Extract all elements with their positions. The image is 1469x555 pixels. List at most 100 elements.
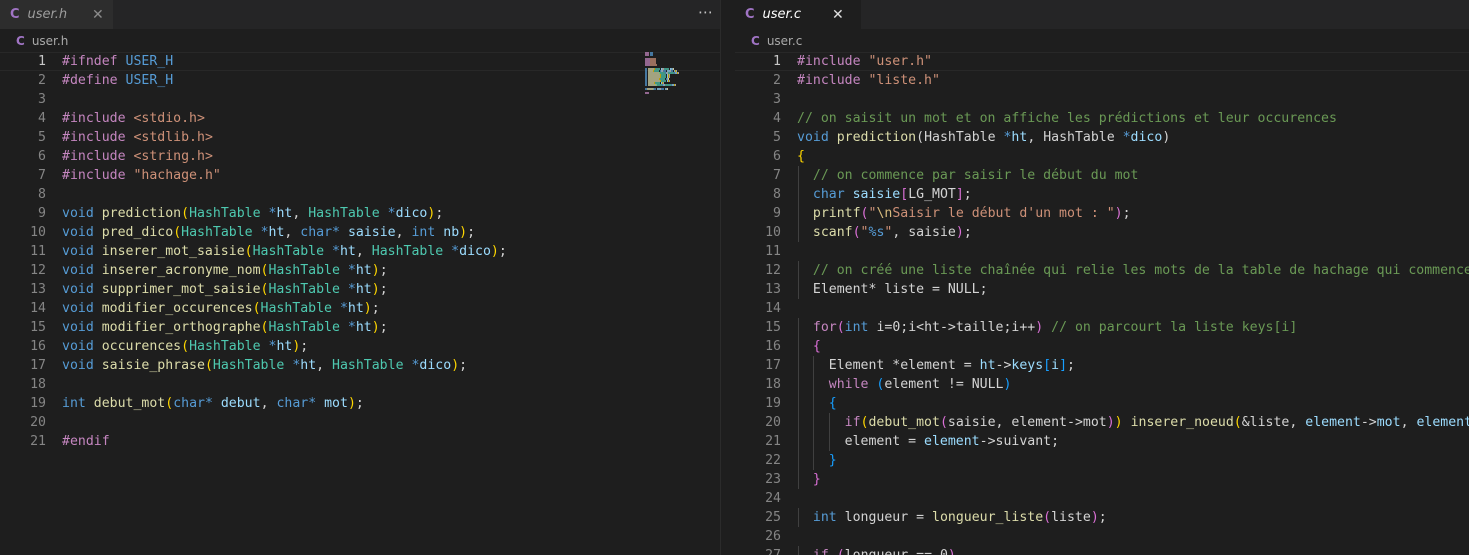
code-token: USER_H: [125, 54, 174, 69]
code-line[interactable]: 27 if (longueur == 0): [735, 546, 1469, 555]
code-line[interactable]: 26: [735, 527, 1469, 546]
code-line[interactable]: 7 #include "hachage.h": [0, 166, 720, 185]
code-line[interactable]: 17 void saisie_phrase(HashTable *ht, Hash…: [0, 356, 720, 375]
code-line[interactable]: 10 scanf("%s", saisie);: [735, 223, 1469, 242]
code-token: dico: [395, 206, 428, 221]
indent-guide: [813, 451, 815, 470]
indent-guide: [797, 356, 799, 375]
line-number: 18: [30, 377, 46, 392]
code-token: while: [828, 377, 869, 392]
code-line[interactable]: 4 #include <stdio.h>: [0, 109, 720, 128]
code-token: HashTable: [252, 244, 325, 259]
code-line[interactable]: 14: [735, 299, 1469, 318]
code-line[interactable]: 18: [0, 375, 720, 394]
code-line[interactable]: 2 #define USER_H: [0, 71, 720, 90]
code-line[interactable]: 5 #include <stdlib.h>: [0, 128, 720, 147]
code-line[interactable]: 3: [735, 90, 1469, 109]
close-icon[interactable]: ✕: [832, 7, 844, 23]
code-line[interactable]: 8: [0, 185, 720, 204]
line-number: 25: [765, 510, 781, 525]
code-line[interactable]: 4 // on saisit un mot et on affiche les p…: [735, 109, 1469, 128]
code-token: *: [339, 301, 348, 316]
code-line[interactable]: 11 void inserer_mot_saisie(HashTable *ht,…: [0, 242, 720, 261]
code-token: ;: [355, 396, 364, 411]
code-line[interactable]: 15 for(int i=0;i<ht->taille;i++) // on p…: [735, 318, 1469, 337]
code-line[interactable]: 10 void pred_dico(HashTable *ht, char* sa…: [0, 223, 720, 242]
code-line[interactable]: 14 void modifier_occurences(HashTable *ht…: [0, 299, 720, 318]
code-line[interactable]: 7 // on commence par saisir le début du …: [735, 166, 1469, 185]
minimap[interactable]: [645, 52, 707, 100]
code-line[interactable]: 8 char saisie[LG_MOT];: [735, 185, 1469, 204]
line-number: 14: [30, 301, 46, 316]
code-line[interactable]: 18 while (element != NULL): [735, 375, 1469, 394]
code-line[interactable]: 2 #include "liste.h": [735, 71, 1469, 90]
code-line[interactable]: 21 #endif: [0, 432, 720, 451]
indent-guide: [813, 394, 815, 413]
editor-split-sash[interactable]: [720, 0, 735, 555]
code-line[interactable]: 20 if(debut_mot(saisie, element->mot)) i…: [735, 413, 1469, 432]
code-token: void: [62, 320, 94, 335]
code-line[interactable]: 9 printf("\nSaisir le début d'un mot : "…: [735, 204, 1469, 223]
code-text: }: [797, 451, 837, 470]
code-token: *: [347, 320, 356, 335]
code-token: [: [900, 187, 909, 202]
close-icon[interactable]: ✕: [92, 7, 104, 23]
line-number: 20: [30, 415, 46, 430]
code-text: Element* liste = NULL;: [797, 280, 988, 299]
code-line[interactable]: 19 {: [735, 394, 1469, 413]
indent-guide: [829, 432, 831, 451]
code-token: char*: [276, 396, 317, 411]
breadcrumb-item-file[interactable]: user.h: [32, 34, 69, 48]
minimap-stroke: [645, 64, 650, 66]
code-token: debut_mot: [868, 415, 940, 430]
code-token: void: [797, 130, 829, 145]
code-line[interactable]: 1 #ifndef USER_H: [0, 52, 720, 71]
code-line[interactable]: 15 void modifier_orthographe(HashTable *h…: [0, 318, 720, 337]
code-token: ,: [395, 225, 412, 240]
code-line[interactable]: 24: [735, 489, 1469, 508]
code-token: , saisie: [892, 225, 956, 240]
code-line[interactable]: 19 int debut_mot(char* debut, char* mot);: [0, 394, 720, 413]
code-line[interactable]: 22 }: [735, 451, 1469, 470]
code-line[interactable]: 25 int longueur = longueur_liste(liste);: [735, 508, 1469, 527]
code-token: element =: [797, 434, 925, 449]
code-line[interactable]: 23 }: [735, 470, 1469, 489]
code-token: ): [459, 225, 468, 240]
code-token: HashTable: [189, 206, 261, 221]
code-line[interactable]: 3: [0, 90, 720, 109]
code-text: void prediction(HashTable * ht, HashTable…: [797, 128, 1170, 147]
code-line[interactable]: 1 #include "user.h": [735, 52, 1469, 71]
code-line[interactable]: 5 void prediction(HashTable * ht, HashTabl…: [735, 128, 1469, 147]
code-line[interactable]: 6{: [735, 147, 1469, 166]
code-line[interactable]: 20: [0, 413, 720, 432]
code-token: (HashTable: [916, 130, 1004, 145]
code-line[interactable]: 13 void supprimer_mot_saisie(HashTable *h…: [0, 280, 720, 299]
code-line[interactable]: 12 void inserer_acronyme_nom(HashTable *h…: [0, 261, 720, 280]
code-line[interactable]: 16 {: [735, 337, 1469, 356]
code-line[interactable]: 12 // on créé une liste chaînée qui reli…: [735, 261, 1469, 280]
tab-user-c[interactable]: C user.c ✕: [735, 0, 861, 29]
code-token: debut: [220, 396, 261, 411]
code-line[interactable]: 17 Element *element = ht->keys[i];: [735, 356, 1469, 375]
code-line[interactable]: 13 Element* liste = NULL;: [735, 280, 1469, 299]
right-tab-bar: C user.c ✕: [735, 0, 1469, 29]
code-line[interactable]: 9 void prediction(HashTable *ht, HashTabl…: [0, 204, 720, 223]
code-token: void: [62, 301, 94, 316]
code-line[interactable]: 11: [735, 242, 1469, 261]
breadcrumb-item-file[interactable]: user.c: [767, 34, 802, 48]
code-token: "hachage.h": [133, 168, 221, 183]
code-line[interactable]: 6 #include <string.h>: [0, 147, 720, 166]
code-line[interactable]: 21 element = element->suivant;: [735, 432, 1469, 451]
tab-user-h[interactable]: C user.h ✕: [0, 0, 113, 29]
minimap-stroke: [653, 88, 657, 90]
code-editor-left[interactable]: 1 #ifndef USER_H 2 #define USER_H 3 4 #include…: [0, 52, 720, 555]
code-line[interactable]: 16 void occurences(HashTable *ht);: [0, 337, 720, 356]
more-actions-icon[interactable]: ⋯: [698, 3, 714, 21]
code-editor-right[interactable]: 1 #include "user.h" 2 #include "liste.h" 3 4 /…: [735, 52, 1469, 555]
minimap-stroke: [669, 76, 670, 78]
